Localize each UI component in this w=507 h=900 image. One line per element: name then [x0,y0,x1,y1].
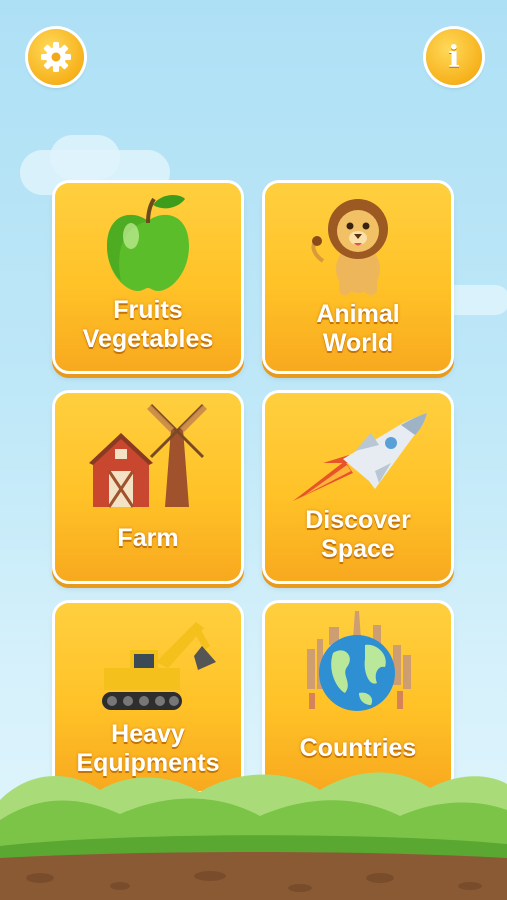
gear-icon [41,42,71,72]
globe-icon [307,610,411,711]
barn-windmill-icon [89,403,207,508]
grass-hills [0,772,507,900]
lion-icon [311,199,388,295]
category-label-line2: World [322,329,394,357]
green-apple-icon [107,195,189,291]
category-label-line2: Vegetables [82,325,214,353]
category-label: Countries [299,734,417,762]
cloud [50,135,120,180]
rocket-icon [293,413,427,501]
info-button[interactable]: i [426,29,482,85]
category-label-line2: Space [321,535,395,563]
category-discover-space[interactable]: Discover Space [265,393,451,581]
info-icon: i [448,39,460,75]
category-animal-world[interactable]: Animal World [265,183,451,371]
category-label: Farm [117,524,179,552]
category-label-line1: Animal [316,300,400,328]
category-fruits-vegetables[interactable]: Fruits Vegetables [55,183,241,371]
category-label-line1: Fruits [113,296,183,324]
category-label-line1: Heavy [111,720,185,748]
excavator-icon [102,622,216,710]
category-farm[interactable]: Farm [55,393,241,581]
category-label-line1: Discover [305,506,411,534]
settings-button[interactable] [28,29,84,85]
